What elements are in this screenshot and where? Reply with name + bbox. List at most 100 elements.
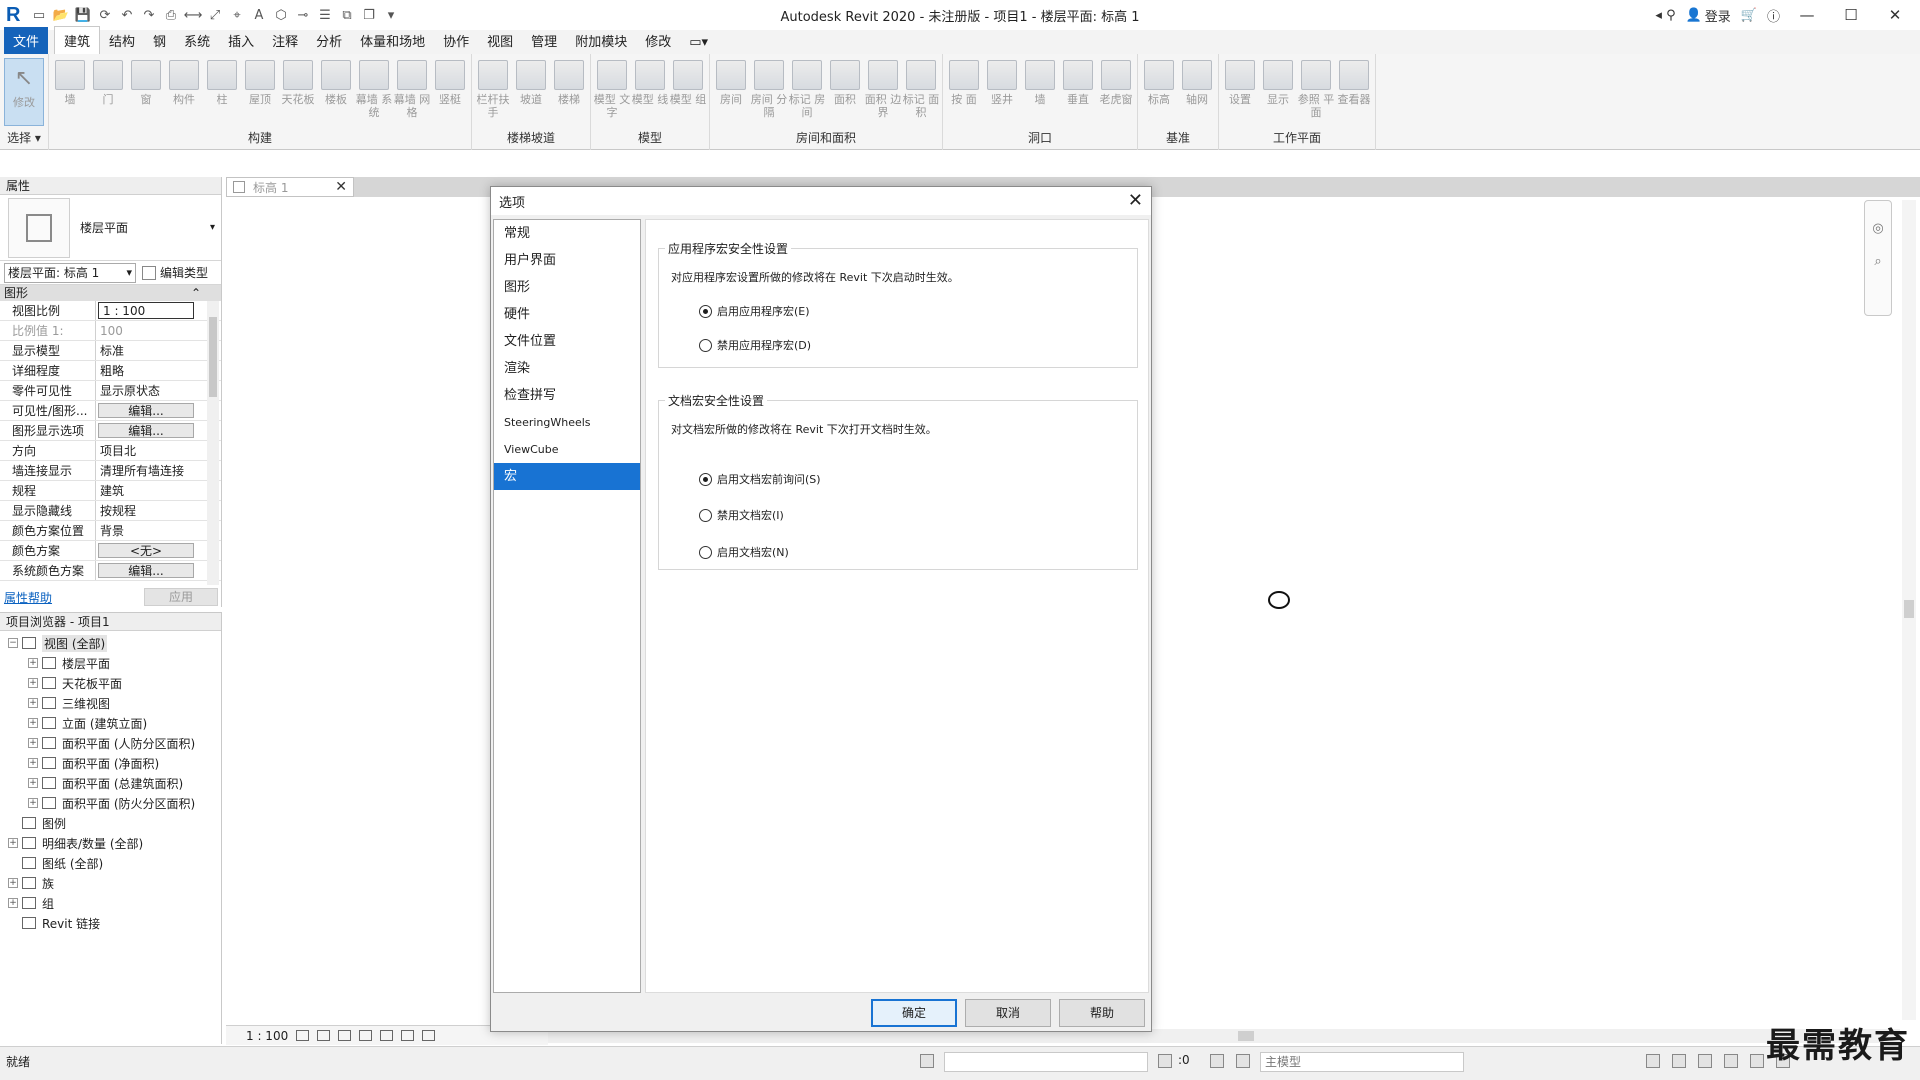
expand-icon[interactable]: − xyxy=(8,638,18,648)
ribbon-tool-button[interactable]: 楼梯 xyxy=(550,56,588,128)
ribbon-tool-button[interactable]: 楼板 xyxy=(317,56,355,128)
browser-node[interactable]: + 面积平面 (总建筑面积) xyxy=(0,773,221,793)
property-value[interactable]: 显示原状态 xyxy=(96,381,192,400)
drag-elements-icon[interactable] xyxy=(1750,1054,1764,1068)
property-value[interactable]: 项目北 xyxy=(96,441,192,460)
browser-node[interactable]: 图纸 (全部) xyxy=(0,853,221,873)
select-pinned-icon[interactable] xyxy=(1698,1054,1712,1068)
ribbon-tool-button[interactable]: 墙 xyxy=(51,56,89,128)
tab-annotate[interactable]: 注释 xyxy=(263,27,307,54)
ribbon-tool-button[interactable]: 面积 边界 xyxy=(864,56,902,128)
shadows-icon[interactable] xyxy=(359,1030,373,1041)
options-nav-item[interactable]: 渲染 xyxy=(494,355,640,382)
revit-logo[interactable]: R xyxy=(6,4,26,27)
print-icon[interactable]: ⎙ xyxy=(162,6,180,24)
tab-collaborate[interactable]: 协作 xyxy=(434,27,478,54)
section-icon[interactable]: ⊸ xyxy=(294,6,312,24)
sun-path-icon[interactable] xyxy=(338,1030,352,1041)
save-icon[interactable]: 💾 xyxy=(74,6,92,24)
dialog-close-button[interactable]: ✕ xyxy=(1128,190,1143,211)
home-icon[interactable]: ▭ xyxy=(30,6,48,24)
ribbon-tool-button[interactable]: 老虎窗 xyxy=(1097,56,1135,128)
browser-node[interactable]: + 面积平面 (防火分区面积) xyxy=(0,793,221,813)
expand-icon[interactable]: + xyxy=(8,838,18,848)
open-icon[interactable]: 📂 xyxy=(52,6,70,24)
ribbon-tool-button[interactable]: 竖梃 xyxy=(431,56,469,128)
ribbon-tool-button[interactable]: 标高 xyxy=(1140,56,1178,128)
browser-node[interactable]: + 三维视图 xyxy=(0,693,221,713)
ribbon-tool-button[interactable]: 幕墙 系统 xyxy=(355,56,393,128)
ok-button[interactable]: 确定 xyxy=(871,999,957,1027)
options-nav-item[interactable]: 宏 xyxy=(494,463,640,490)
tab-analyze[interactable]: 分析 xyxy=(307,27,351,54)
view-tab[interactable]: 标高 1 ✕ xyxy=(226,177,354,197)
tab-structure[interactable]: 结构 xyxy=(100,27,144,54)
ribbon-tool-button[interactable]: 坡道 xyxy=(512,56,550,128)
ribbon-tool-button[interactable]: 查看器 xyxy=(1335,56,1373,128)
options-nav-item[interactable]: ViewCube xyxy=(494,436,640,463)
ribbon-tool-button[interactable]: 按 面 xyxy=(945,56,983,128)
login-button[interactable]: 👤 登录 xyxy=(1686,6,1731,25)
property-value[interactable]: 背景 xyxy=(96,521,192,540)
detail-level-icon[interactable] xyxy=(296,1030,310,1041)
sync-icon[interactable]: ⟳ xyxy=(96,6,114,24)
ribbon-toggle-icon[interactable]: ▭▾ xyxy=(680,31,717,54)
browser-node[interactable]: Revit 链接 xyxy=(0,913,221,933)
vertical-scrollbar[interactable] xyxy=(1902,200,1916,1020)
reveal-hidden-icon[interactable] xyxy=(422,1030,436,1041)
browser-node[interactable]: 图例 xyxy=(0,813,221,833)
help-button[interactable]: 帮助 xyxy=(1059,999,1145,1027)
disable-doc-macros-radio[interactable]: 禁用文档宏(I) xyxy=(699,507,784,523)
temporary-hide-icon[interactable] xyxy=(401,1030,415,1041)
browser-node[interactable]: + 天花板平面 xyxy=(0,673,221,693)
switch-windows-icon[interactable]: ❐ xyxy=(360,6,378,24)
tab-file[interactable]: 文件 xyxy=(4,27,49,54)
elevation-marker[interactable] xyxy=(1268,591,1290,609)
expand-icon[interactable]: + xyxy=(28,698,38,708)
expand-icon[interactable]: + xyxy=(8,898,18,908)
close-window-button[interactable]: ✕ xyxy=(1878,2,1912,28)
view-scale[interactable]: 1 : 100 xyxy=(246,1029,288,1043)
ask-doc-macros-radio[interactable]: 启用文档宏前询问(S) xyxy=(699,471,821,487)
minimize-button[interactable]: — xyxy=(1790,2,1824,28)
measure-icon[interactable]: ⟷ xyxy=(184,6,203,24)
thin-lines-icon[interactable]: ☰ xyxy=(316,6,334,24)
expand-icon[interactable]: + xyxy=(28,758,38,768)
tab-massing-site[interactable]: 体量和场地 xyxy=(351,27,434,54)
design-options-icon[interactable] xyxy=(1210,1054,1224,1068)
options-nav-item[interactable]: 检查拼写 xyxy=(494,382,640,409)
expand-icon[interactable]: + xyxy=(8,878,18,888)
ribbon-tool-button[interactable]: 面积 xyxy=(826,56,864,128)
options-nav-item[interactable]: 图形 xyxy=(494,274,640,301)
model-selector[interactable]: 主模型 xyxy=(1260,1052,1464,1072)
ribbon-tool-button[interactable]: 设置 xyxy=(1221,56,1259,128)
worksets-icon[interactable] xyxy=(920,1054,934,1068)
property-value[interactable]: 按规程 xyxy=(96,501,192,520)
options-nav-item[interactable]: 文件位置 xyxy=(494,328,640,355)
ribbon-tool-button[interactable]: 窗 xyxy=(127,56,165,128)
apply-button[interactable]: 应用 xyxy=(144,588,218,606)
close-icon[interactable]: ✕ xyxy=(335,179,347,195)
qat-customize-icon[interactable]: ▾ xyxy=(382,6,400,24)
browser-node[interactable]: − 视图 (全部) xyxy=(0,633,221,653)
property-value[interactable]: 编辑... xyxy=(98,403,194,418)
ribbon-tool-button[interactable]: 构件 xyxy=(165,56,203,128)
select-underlay-icon[interactable] xyxy=(1672,1054,1686,1068)
options-nav-item[interactable]: SteeringWheels xyxy=(494,409,640,436)
instance-selector[interactable]: 楼层平面: 标高 1 xyxy=(4,262,136,283)
cancel-button[interactable]: 取消 xyxy=(965,999,1051,1027)
tab-architecture[interactable]: 建筑 xyxy=(54,26,101,54)
browser-node[interactable]: + 面积平面 (人防分区面积) xyxy=(0,733,221,753)
ribbon-tool-button[interactable]: 幕墙 网格 xyxy=(393,56,431,128)
browser-node[interactable]: + 立面 (建筑立面) xyxy=(0,713,221,733)
disable-app-macros-radio[interactable]: 禁用应用程序宏(D) xyxy=(699,337,811,353)
options-nav-item[interactable]: 用户界面 xyxy=(494,247,640,274)
expand-icon[interactable]: + xyxy=(28,718,38,728)
ribbon-tool-button[interactable]: 标记 面积 xyxy=(902,56,940,128)
steering-wheel-icon[interactable]: ◎ xyxy=(1872,221,1883,236)
expand-icon[interactable]: + xyxy=(28,778,38,788)
ribbon-tool-button[interactable]: 模型 文字 xyxy=(593,56,631,128)
property-value[interactable]: 清理所有墙连接 xyxy=(96,461,192,480)
property-value[interactable]: 粗略 xyxy=(96,361,192,380)
tab-steel[interactable]: 钢 xyxy=(144,27,175,54)
